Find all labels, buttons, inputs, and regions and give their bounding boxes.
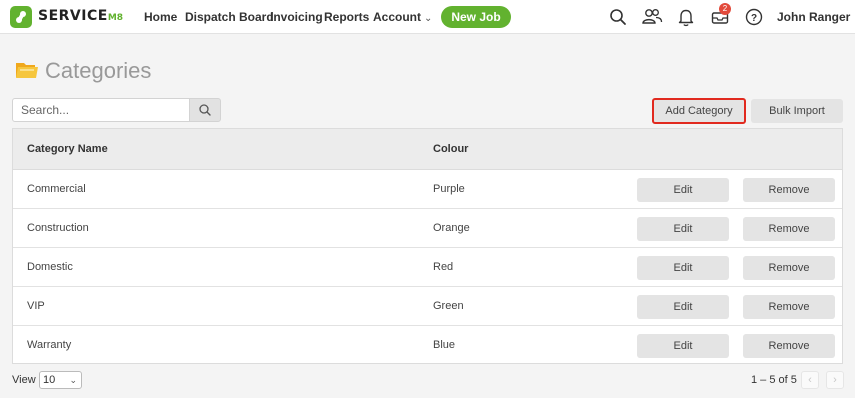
colour-cell: Orange	[433, 222, 470, 234]
category-name-cell: Commercial	[27, 183, 86, 195]
previous-page-button[interactable]: ‹	[801, 371, 819, 389]
remove-button[interactable]: Remove	[743, 256, 835, 280]
remove-button[interactable]: Remove	[743, 178, 835, 202]
colour-cell: Blue	[433, 339, 456, 351]
category-name-cell: Warranty	[27, 339, 72, 351]
nav-account[interactable]: Account ⌄	[373, 10, 432, 24]
folder-icon	[16, 63, 38, 78]
chevron-left-icon: ‹	[808, 374, 812, 386]
people-icon[interactable]	[640, 6, 664, 28]
remove-button[interactable]: Remove	[743, 334, 835, 358]
chevron-down-icon: ⌄	[424, 13, 433, 24]
view-label: View	[12, 374, 36, 386]
search-icon[interactable]	[607, 6, 629, 28]
table-row: Commercial Purple Edit Remove	[13, 170, 842, 209]
edit-button[interactable]: Edit	[637, 217, 729, 241]
page-title: Categories	[45, 58, 152, 83]
chevron-down-icon: ⌄	[69, 375, 77, 385]
nav-dispatch-board[interactable]: Dispatch Board	[185, 10, 274, 24]
table-row: Construction Orange Edit Remove	[13, 209, 842, 248]
pagination-range: 1 – 5 of 5	[751, 374, 797, 386]
edit-button[interactable]: Edit	[637, 178, 729, 202]
search-button[interactable]	[189, 98, 221, 122]
edit-button[interactable]: Edit	[637, 334, 729, 358]
remove-button[interactable]: Remove	[743, 295, 835, 319]
colour-cell: Green	[433, 300, 464, 312]
help-icon[interactable]: ?	[743, 6, 765, 28]
colour-cell: Purple	[433, 183, 465, 195]
category-name-cell: VIP	[27, 300, 45, 312]
bell-icon[interactable]	[675, 6, 697, 28]
categories-table: Category Name Colour Commercial Purple Edi…	[12, 128, 843, 364]
search-input[interactable]	[12, 98, 190, 122]
nav-invoicing[interactable]: Invoicing	[270, 10, 323, 24]
edit-button[interactable]: Edit	[637, 256, 729, 280]
remove-button[interactable]: Remove	[743, 217, 835, 241]
edit-button[interactable]: Edit	[637, 295, 729, 319]
table-row: Domestic Red Edit Remove	[13, 248, 842, 287]
chevron-right-icon: ›	[833, 374, 837, 386]
column-header-category-name[interactable]: Category Name	[27, 143, 108, 155]
page-size-value: 10	[43, 374, 56, 386]
svg-text:?: ?	[751, 13, 757, 24]
user-menu[interactable]: John Ranger	[777, 10, 850, 24]
search-icon	[199, 104, 211, 116]
category-name-cell: Construction	[27, 222, 89, 234]
inbox-count-badge: 2	[719, 3, 731, 15]
bulk-import-button[interactable]: Bulk Import	[751, 99, 843, 123]
brand-suffix: M8	[107, 13, 124, 23]
top-nav: SERVICEM8 Home Dispatch Board Invoicing …	[0, 0, 855, 34]
table-header: Category Name Colour	[13, 129, 842, 170]
nav-reports[interactable]: Reports	[324, 10, 369, 24]
column-header-colour[interactable]: Colour	[433, 143, 468, 155]
new-job-button[interactable]: New Job	[441, 6, 511, 28]
nav-home[interactable]: Home	[144, 10, 177, 24]
table-row: VIP Green Edit Remove	[13, 287, 842, 326]
table-row: Warranty Blue Edit Remove	[13, 326, 842, 365]
next-page-button[interactable]: ›	[826, 371, 844, 389]
category-name-cell: Domestic	[27, 261, 73, 273]
brand-name: SERVICEM8	[38, 8, 124, 24]
colour-cell: Red	[433, 261, 454, 273]
servicem8-logo-icon[interactable]	[10, 6, 32, 28]
add-category-button[interactable]: Add Category	[652, 98, 746, 124]
page-size-select[interactable]: 10 ⌄	[39, 371, 82, 389]
nav-account-label: Account	[373, 10, 421, 24]
